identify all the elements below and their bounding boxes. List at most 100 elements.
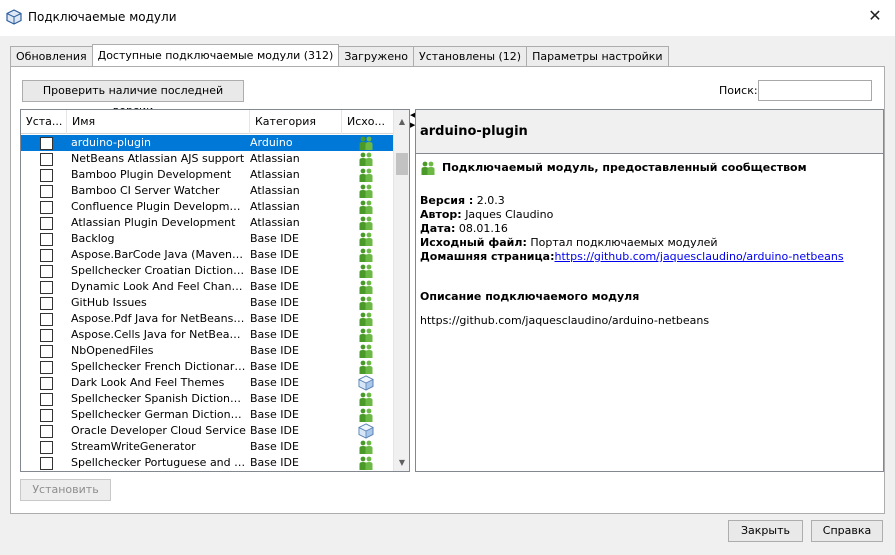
table-row[interactable]: Spellchecker German Dictionaries Base IDE bbox=[21, 407, 393, 423]
plugin-category-cell: Atlassian bbox=[250, 200, 300, 213]
table-row[interactable]: Backlog Base IDE bbox=[21, 231, 393, 247]
table-row[interactable]: Bamboo CI Server Watcher Atlassian bbox=[21, 183, 393, 199]
table-row[interactable]: Aspose.Cells Java for NetBeans (... Base … bbox=[21, 327, 393, 343]
table-row[interactable]: Spellchecker Portuguese and Brazi...Base… bbox=[21, 455, 393, 471]
table-vertical-scrollbar[interactable]: ▲ ▼ bbox=[393, 110, 409, 471]
install-checkbox[interactable] bbox=[40, 457, 53, 470]
table-row[interactable]: Dynamic Look And Feel Changer Base IDE bbox=[21, 279, 393, 295]
table-row[interactable]: Oracle Developer Cloud Service Base IDE bbox=[21, 423, 393, 439]
install-checkbox[interactable] bbox=[40, 425, 53, 438]
install-checkbox[interactable] bbox=[40, 281, 53, 294]
install-checkbox[interactable] bbox=[40, 345, 53, 358]
install-checkbox[interactable] bbox=[40, 377, 53, 390]
plugin-name-cell: Spellchecker Croatian Dictionary bbox=[71, 264, 247, 277]
table-row[interactable]: NbOpenedFiles Base IDE bbox=[21, 343, 393, 359]
check-latest-version-button[interactable]: Проверить наличие последней версии bbox=[22, 80, 244, 117]
install-checkbox[interactable] bbox=[40, 329, 53, 342]
table-row[interactable]: Confluence Plugin Development Atlassian bbox=[21, 199, 393, 215]
table-row[interactable]: GitHub Issues Base IDE bbox=[21, 295, 393, 311]
description-text: https://github.com/jaquesclaudino/arduin… bbox=[420, 314, 710, 327]
version-row: Версия : 2.0.3 bbox=[420, 194, 880, 208]
install-checkbox[interactable] bbox=[40, 169, 53, 182]
plugin-category-cell: Base IDE bbox=[250, 280, 299, 293]
table-row[interactable]: Atlassian Plugin Development Atlassian bbox=[21, 215, 393, 231]
scroll-down-icon[interactable]: ▼ bbox=[394, 455, 409, 471]
table-header: Уста... Имя Категория Исхо... bbox=[21, 110, 393, 134]
install-checkbox[interactable] bbox=[40, 265, 53, 278]
plugin-category-cell: Base IDE bbox=[250, 312, 299, 325]
table-row[interactable]: Dark Look And Feel Themes Base IDE bbox=[21, 375, 393, 391]
plugin-name-cell: Dynamic Look And Feel Changer bbox=[71, 280, 247, 293]
homepage-link[interactable]: https://github.com/jaquesclaudino/arduin… bbox=[554, 250, 843, 263]
install-checkbox[interactable] bbox=[40, 233, 53, 246]
table-row[interactable]: Spellchecker Croatian Dictionary Base IDE bbox=[21, 263, 393, 279]
tab-available-plugins[interactable]: Доступные подключаемые модули (312) bbox=[91, 44, 340, 66]
community-icon bbox=[420, 160, 438, 176]
community-icon bbox=[358, 247, 376, 263]
install-checkbox[interactable] bbox=[40, 201, 53, 214]
tab-installed[interactable]: Установлены (12) bbox=[413, 46, 528, 66]
table-row[interactable]: Aspose.Pdf Java for NetBeans (M... Base I… bbox=[21, 311, 393, 327]
tab-downloaded[interactable]: Загружено bbox=[338, 46, 415, 66]
install-checkbox[interactable] bbox=[40, 361, 53, 374]
community-icon bbox=[358, 311, 376, 327]
install-checkbox[interactable] bbox=[40, 137, 53, 150]
table-row[interactable]: Spellchecker French Dictionaries Base IDE bbox=[21, 359, 393, 375]
install-checkbox[interactable] bbox=[40, 217, 53, 230]
table-row[interactable]: Bamboo Plugin Development Atlassian bbox=[21, 167, 393, 183]
date-label: Дата: bbox=[420, 222, 456, 235]
date-value: 08.01.16 bbox=[458, 222, 508, 235]
column-header-install[interactable]: Уста... bbox=[21, 110, 67, 134]
close-button[interactable]: Закрыть bbox=[728, 520, 803, 542]
table-row[interactable]: arduino-plugin Arduino bbox=[21, 135, 393, 151]
plugin-category-cell: Base IDE bbox=[250, 440, 299, 453]
install-checkbox[interactable] bbox=[40, 297, 53, 310]
plugin-category-cell: Base IDE bbox=[250, 248, 299, 261]
source-label: Исходный файл: bbox=[420, 236, 527, 249]
community-icon bbox=[358, 455, 376, 471]
plugin-category-cell: Base IDE bbox=[250, 232, 299, 245]
plugin-kind: Подключаемый модуль, предоставленный соо… bbox=[420, 160, 880, 180]
scrollbar-thumb[interactable] bbox=[396, 153, 408, 175]
homepage-label: Домашняя страница: bbox=[420, 250, 555, 263]
tab-updates[interactable]: Обновления bbox=[10, 46, 93, 66]
install-button[interactable]: Установить bbox=[20, 479, 111, 501]
install-checkbox[interactable] bbox=[40, 441, 53, 454]
table-row[interactable]: Spellchecker Spanish Dictionaries Base ID… bbox=[21, 391, 393, 407]
help-button[interactable]: Справка bbox=[811, 520, 883, 542]
plugin-name-cell: GitHub Issues bbox=[71, 296, 147, 309]
column-header-name[interactable]: Имя bbox=[67, 110, 250, 134]
author-row: Автор: Jaques Claudino bbox=[420, 208, 880, 222]
plugin-category-cell: Base IDE bbox=[250, 376, 299, 389]
community-icon bbox=[358, 359, 376, 375]
plugin-category-cell: Atlassian bbox=[250, 184, 300, 197]
table-row[interactable]: Aspose.BarCode Java (Maven) fo... Base ID… bbox=[21, 247, 393, 263]
column-header-category[interactable]: Категория bbox=[250, 110, 342, 134]
plugin-name-cell: Confluence Plugin Development bbox=[71, 200, 247, 213]
plugin-name-cell: Bamboo Plugin Development bbox=[71, 168, 232, 181]
search-input[interactable] bbox=[758, 80, 872, 101]
plugin-name-cell: Aspose.BarCode Java (Maven) fo... bbox=[71, 248, 247, 261]
cube-icon bbox=[358, 375, 376, 391]
scroll-up-icon[interactable]: ▲ bbox=[394, 114, 409, 130]
install-checkbox[interactable] bbox=[40, 313, 53, 326]
install-checkbox[interactable] bbox=[40, 409, 53, 422]
install-checkbox[interactable] bbox=[40, 249, 53, 262]
close-window-icon[interactable]: ✕ bbox=[863, 4, 887, 28]
table-row[interactable]: NetBeans Atlassian AJS support Atlassian bbox=[21, 151, 393, 167]
plugins-table: Уста... Имя Категория Исхо... arduino-pl… bbox=[20, 109, 410, 472]
install-checkbox[interactable] bbox=[40, 185, 53, 198]
plugin-category-cell: Base IDE bbox=[250, 344, 299, 357]
plugin-detail-panel: arduino-plugin Подключаемый модуль, пред… bbox=[415, 109, 884, 472]
install-checkbox[interactable] bbox=[40, 153, 53, 166]
column-header-source[interactable]: Исхо... bbox=[342, 110, 393, 134]
install-checkbox[interactable] bbox=[40, 393, 53, 406]
tab-settings[interactable]: Параметры настройки bbox=[526, 46, 669, 66]
community-icon bbox=[358, 407, 376, 423]
table-row[interactable]: StreamWriteGenerator Base IDE bbox=[21, 439, 393, 455]
plugin-name-cell: Spellchecker German Dictionaries bbox=[71, 408, 247, 421]
community-icon bbox=[358, 295, 376, 311]
plugin-name-cell: Dark Look And Feel Themes bbox=[71, 376, 225, 389]
version-value: 2.0.3 bbox=[476, 194, 505, 207]
title-bar: Подключаемые модули ✕ bbox=[0, 0, 895, 36]
